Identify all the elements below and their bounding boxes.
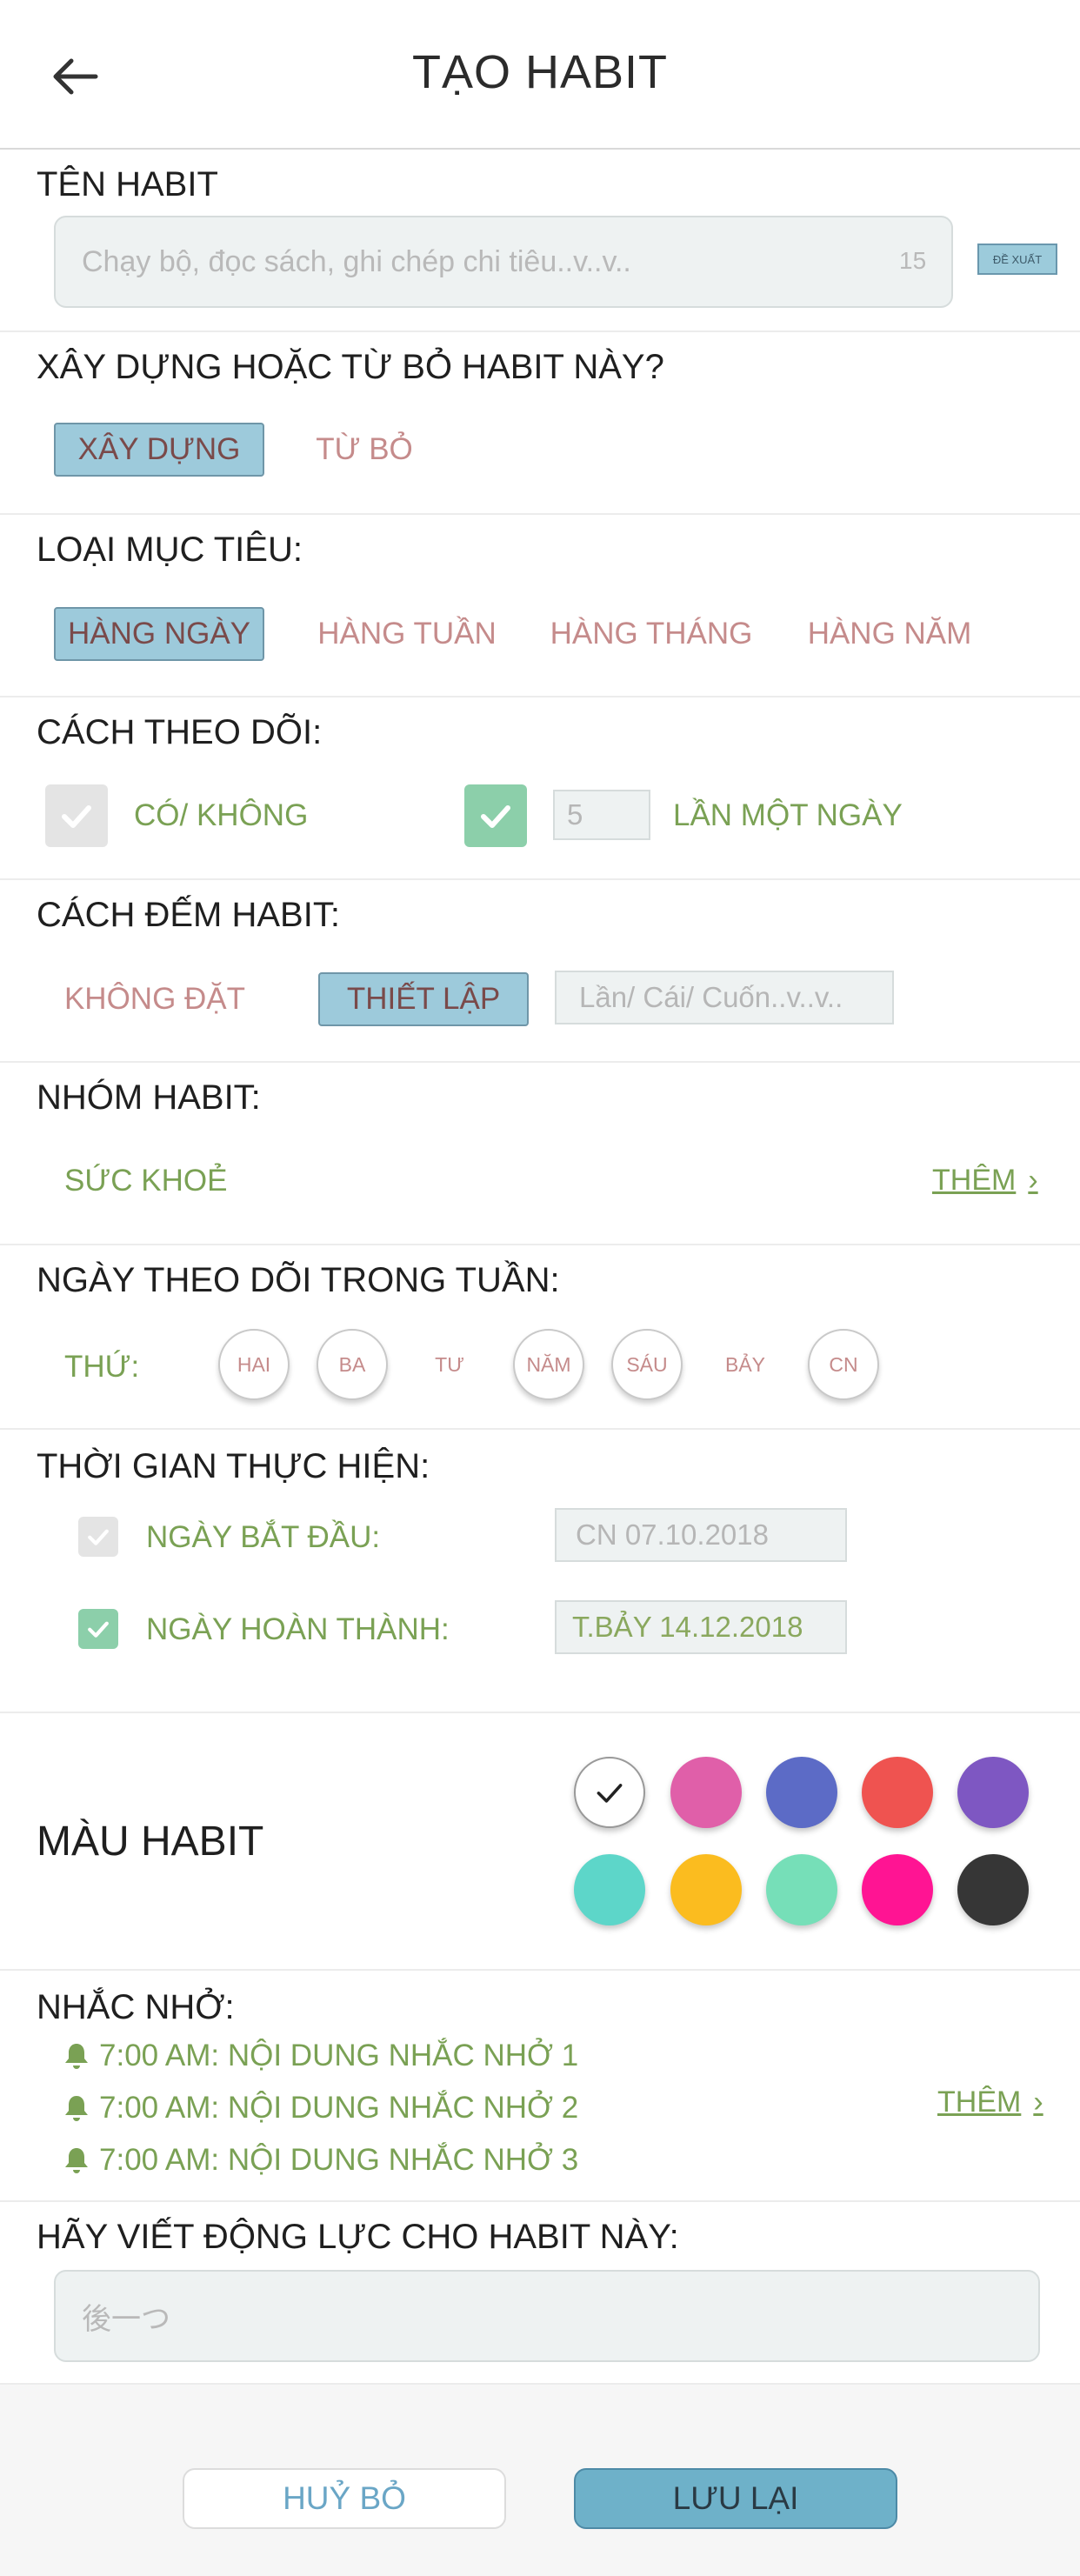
color-swatch-white[interactable] xyxy=(574,1757,645,1828)
reminder-item[interactable]: 7:00 AM: NỘI DUNG NHẮC NHỞ 3 xyxy=(63,2143,578,2178)
bell-icon xyxy=(65,2148,88,2173)
cancel-button[interactable]: HUỶ BỎ xyxy=(183,2468,506,2529)
check-icon xyxy=(62,805,91,828)
day-thu[interactable]: NĂM xyxy=(513,1329,584,1400)
day-fri[interactable]: SÁU xyxy=(611,1329,683,1400)
bell-icon xyxy=(65,2044,88,2069)
tracking-section: CÁCH THEO DÕI: CÓ/ KHÔNG 5 LẦN MỘT NGÀY xyxy=(0,697,1080,880)
color-swatch-mint[interactable] xyxy=(766,1854,837,1925)
option-build[interactable]: XÂY DỰNG xyxy=(54,423,264,477)
color-swatch-red[interactable] xyxy=(862,1757,933,1828)
reminder-item[interactable]: 7:00 AM: NỘI DUNG NHẮC NHỞ 1 xyxy=(63,2039,578,2073)
group-value[interactable]: SỨC KHOẺ xyxy=(64,1164,227,1198)
footer-bar: HUỶ BỎ LƯU LẠI xyxy=(0,2385,1080,2576)
option-yearly[interactable]: HÀNG NĂM xyxy=(793,607,986,661)
chevron-right-icon: › xyxy=(1033,2085,1043,2119)
option-weekly[interactable]: HÀNG TUẦN xyxy=(304,607,510,661)
option-monthly[interactable]: HÀNG THÁNG xyxy=(539,607,763,661)
reminder-item[interactable]: 7:00 AM: NỘI DUNG NHẮC NHỞ 2 xyxy=(63,2091,578,2126)
bell-icon xyxy=(65,2096,88,2121)
add-group-link[interactable]: THÊM › xyxy=(932,1164,1038,1198)
tracking-title: CÁCH THEO DÕI: xyxy=(37,713,323,751)
end-date-checkbox[interactable] xyxy=(78,1609,118,1649)
yes-no-label: CÓ/ KHÔNG xyxy=(134,798,309,832)
color-section: MÀU HABIT xyxy=(0,1713,1080,1971)
add-reminder-link[interactable]: THÊM › xyxy=(937,2085,1043,2119)
duration-title: THỜI GIAN THỰC HIỆN: xyxy=(37,1447,430,1485)
unit-input[interactable]: Lần/ Cái/ Cuốn..v..v.. xyxy=(555,971,894,1024)
weekdays-prefix: THỨ: xyxy=(64,1350,140,1384)
add-reminder-label: THÊM xyxy=(937,2085,1022,2119)
yes-no-checkbox[interactable] xyxy=(45,784,108,847)
weekdays-section: NGÀY THEO DÕI TRONG TUẦN: THỨ: HAI BA TƯ… xyxy=(0,1245,1080,1430)
reminder-text: 7:00 AM: NỘI DUNG NHẮC NHỞ 1 xyxy=(99,2039,579,2072)
build-or-quit-title: XÂY DỰNG HOẶC TỪ BỎ HABIT NÀY? xyxy=(37,348,664,386)
end-date-input[interactable]: T.BẢY 14.12.2018 xyxy=(555,1600,847,1654)
motivation-section: HÃY VIẾT ĐỘNG LỰC CHO HABIT NÀY: 後一つ xyxy=(0,2202,1080,2385)
weekdays-title: NGÀY THEO DÕI TRONG TUẦN: xyxy=(37,1261,560,1299)
day-sun[interactable]: CN xyxy=(808,1329,879,1400)
color-swatch-black[interactable] xyxy=(957,1854,1029,1925)
check-icon xyxy=(88,1529,109,1545)
motivation-title: HÃY VIẾT ĐỘNG LỰC CHO HABIT NÀY: xyxy=(37,2218,679,2256)
app-header: TẠO HABIT xyxy=(0,0,1080,150)
start-date-label: NGÀY BẮT ĐẦU: xyxy=(146,1520,381,1554)
times-per-day-input[interactable]: 5 xyxy=(553,790,650,840)
motivation-input[interactable]: 後一つ xyxy=(54,2270,1040,2362)
habit-name-section: TÊN HABIT Chạy bộ, đọc sách, ghi chép ch… xyxy=(0,150,1080,332)
option-quit[interactable]: TỪ BỎ xyxy=(299,423,430,477)
times-per-day-label: LẦN MỘT NGÀY xyxy=(673,798,903,832)
day-tue[interactable]: BA xyxy=(317,1329,388,1400)
check-icon xyxy=(597,1784,623,1803)
group-title: NHÓM HABIT: xyxy=(37,1078,261,1117)
option-daily[interactable]: HÀNG NGÀY xyxy=(54,607,264,661)
reminder-text: 7:00 AM: NỘI DUNG NHẮC NHỞ 3 xyxy=(99,2143,579,2177)
save-button[interactable]: LƯU LẠI xyxy=(574,2468,897,2529)
start-date-input[interactable]: CN 07.10.2018 xyxy=(555,1508,847,1562)
duration-section: THỜI GIAN THỰC HIỆN: NGÀY BẮT ĐẦU: CN 07… xyxy=(0,1430,1080,1713)
reminders-section: NHẮC NHỞ: 7:00 AM: NỘI DUNG NHẮC NHỞ 1 7… xyxy=(0,1971,1080,2202)
habit-name-placeholder: Chạy bộ, đọc sách, ghi chép chi tiêu..v.… xyxy=(82,244,631,278)
build-or-quit-section: XÂY DỰNG HOẶC TỪ BỎ HABIT NÀY? XÂY DỰNG … xyxy=(0,332,1080,515)
start-date-checkbox[interactable] xyxy=(78,1517,118,1557)
times-per-day-checkbox[interactable] xyxy=(464,784,527,847)
counting-title: CÁCH ĐẾM HABIT: xyxy=(37,896,340,934)
add-group-label: THÊM xyxy=(932,1164,1017,1197)
reminder-text: 7:00 AM: NỘI DUNG NHẮC NHỞ 2 xyxy=(99,2091,579,2125)
color-swatch-indigo[interactable] xyxy=(766,1757,837,1828)
reminders-title: NHẮC NHỞ: xyxy=(37,1988,235,2026)
page-title: TẠO HABIT xyxy=(411,46,669,98)
habit-name-title: TÊN HABIT xyxy=(37,165,218,204)
counting-section: CÁCH ĐẾM HABIT: KHÔNG ĐẶT THIẾT LẬP Lần/… xyxy=(0,880,1080,1063)
color-swatch-pink[interactable] xyxy=(670,1757,742,1828)
end-date-label: NGÀY HOÀN THÀNH: xyxy=(146,1612,450,1646)
day-wed[interactable]: TƯ xyxy=(414,1329,485,1400)
habit-name-counter: 15 xyxy=(899,247,927,274)
option-no-set[interactable]: KHÔNG ĐẶT xyxy=(54,972,256,1026)
chevron-right-icon: › xyxy=(1028,1164,1038,1197)
color-title: MÀU HABIT xyxy=(37,1819,264,1865)
color-swatch-amber[interactable] xyxy=(670,1854,742,1925)
color-swatch-magenta[interactable] xyxy=(862,1854,933,1925)
group-section: NHÓM HABIT: SỨC KHOẺ THÊM › xyxy=(0,1063,1080,1245)
habit-name-input[interactable]: Chạy bộ, đọc sách, ghi chép chi tiêu..v.… xyxy=(54,216,953,308)
suggest-button[interactable]: ĐỀ XUẤT xyxy=(977,244,1057,275)
check-icon xyxy=(481,805,510,828)
motivation-placeholder: 後一つ xyxy=(82,2302,170,2336)
color-swatch-purple[interactable] xyxy=(957,1757,1029,1828)
goal-type-title: LOẠI MỤC TIÊU: xyxy=(37,531,303,569)
day-sat[interactable]: BẢY xyxy=(710,1329,781,1400)
day-mon[interactable]: HAI xyxy=(218,1329,290,1400)
color-swatch-turquoise[interactable] xyxy=(574,1854,645,1925)
option-set[interactable]: THIẾT LẬP xyxy=(318,972,529,1026)
check-icon xyxy=(88,1621,109,1638)
goal-type-section: LOẠI MỤC TIÊU: HÀNG NGÀY HÀNG TUẦN HÀNG … xyxy=(0,515,1080,697)
